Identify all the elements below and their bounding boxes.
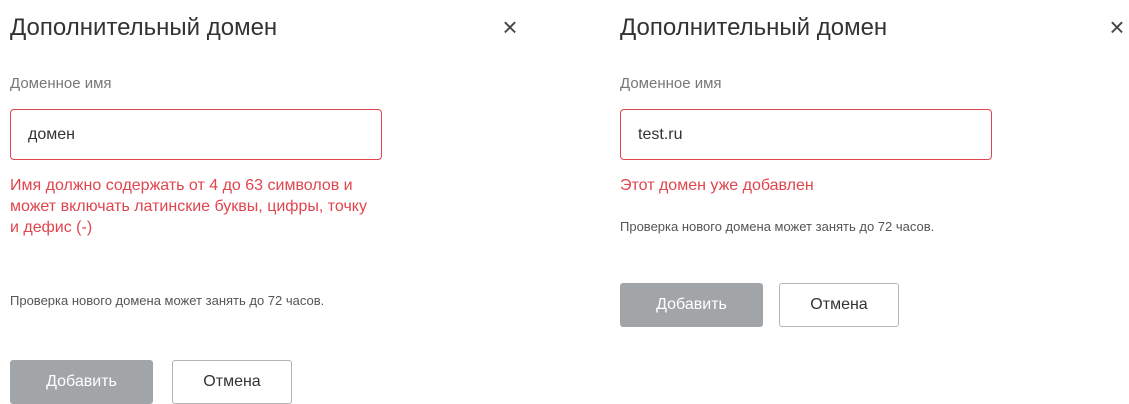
- domain-name-error: Имя должно содержать от 4 до 63 символов…: [10, 177, 367, 236]
- domain-name-input[interactable]: [10, 109, 382, 160]
- dialog-title: Дополнительный домен: [10, 14, 278, 41]
- add-domain-dialog-invalid-name: Дополнительный домен × Доменное имя Имя …: [0, 0, 540, 404]
- add-domain-dialog-duplicate: Дополнительный домен × Доменное имя Этот…: [610, 0, 1129, 400]
- verification-hint: Проверка нового домена может занять до 7…: [10, 293, 325, 308]
- cancel-button[interactable]: Отмена: [172, 360, 292, 404]
- cancel-button[interactable]: Отмена: [779, 283, 899, 327]
- domain-name-label: Доменное имя: [10, 75, 112, 92]
- close-icon[interactable]: ×: [1105, 14, 1129, 40]
- add-button[interactable]: Добавить: [620, 283, 763, 327]
- close-icon[interactable]: ×: [498, 14, 522, 40]
- add-button[interactable]: Добавить: [10, 360, 153, 404]
- verification-hint: Проверка нового домена может занять до 7…: [620, 219, 935, 234]
- domain-name-label: Доменное имя: [620, 75, 722, 92]
- dialog-title: Дополнительный домен: [620, 14, 888, 41]
- domain-name-input[interactable]: [620, 109, 992, 160]
- domain-name-error: Этот домен уже добавлен: [620, 177, 814, 194]
